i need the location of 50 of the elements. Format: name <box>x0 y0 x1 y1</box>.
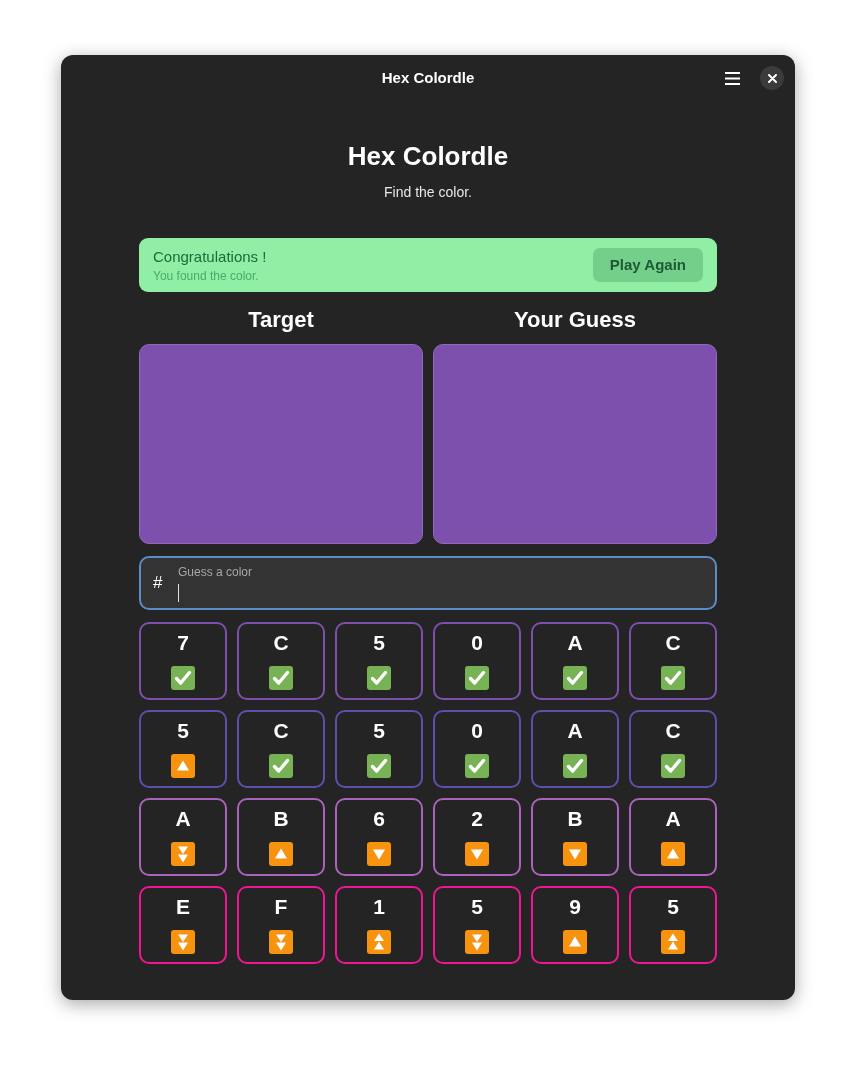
check-mark-icon <box>563 754 587 778</box>
tile-character: 6 <box>373 807 385 831</box>
tile-character: F <box>274 895 288 919</box>
page-title: Hex Colordle <box>346 140 510 172</box>
menu-icon <box>724 71 740 85</box>
tile-character: A <box>175 807 191 831</box>
tile-character: 2 <box>471 807 483 831</box>
tile-character: A <box>665 807 681 831</box>
check-mark-icon <box>661 754 685 778</box>
tile-character: E <box>176 895 190 919</box>
check-mark-icon <box>465 666 489 690</box>
check-mark-icon <box>367 754 391 778</box>
window-title: Hex Colordle <box>381 67 475 88</box>
check-mark-icon <box>171 666 195 690</box>
guess-input-field[interactable]: # Guess a color <box>139 556 717 610</box>
tile-character: 5 <box>471 895 483 919</box>
banner-message: You found the color. <box>153 267 260 284</box>
close-button[interactable] <box>760 66 784 90</box>
tile-character: 7 <box>177 631 189 655</box>
check-mark-icon <box>367 666 391 690</box>
tile-character: 0 <box>471 631 483 655</box>
tile-character: 5 <box>667 895 679 919</box>
check-mark-icon <box>269 666 293 690</box>
tile-character: A <box>567 719 583 743</box>
tile-character: A <box>567 631 583 655</box>
tile-character: B <box>567 807 583 831</box>
play-again-button[interactable]: Play Again <box>592 248 703 282</box>
tile-character: B <box>273 807 289 831</box>
tile-character: C <box>273 719 289 743</box>
tile-character: 1 <box>373 895 385 919</box>
check-mark-icon <box>563 666 587 690</box>
check-mark-icon <box>465 754 489 778</box>
tile-character: 5 <box>177 719 189 743</box>
check-mark-icon <box>269 754 293 778</box>
text-cursor <box>178 583 179 602</box>
hash-prefix: # <box>153 572 164 595</box>
tile-character: 0 <box>471 719 483 743</box>
swatch-heading: Target <box>248 306 314 334</box>
tile-character: C <box>665 631 681 655</box>
swatch-heading: Your Guess <box>514 306 636 334</box>
field-label: Guess a color <box>178 564 253 580</box>
tile-character: 9 <box>569 895 581 919</box>
banner-title: Congratulations ! <box>153 246 267 266</box>
check-mark-icon <box>661 666 685 690</box>
tile-character: C <box>273 631 289 655</box>
page-subtitle: Find the color. <box>383 183 473 202</box>
tile-character: 5 <box>373 719 385 743</box>
tile-character: 5 <box>373 631 385 655</box>
tile-character: C <box>665 719 681 743</box>
close-icon <box>767 73 777 83</box>
